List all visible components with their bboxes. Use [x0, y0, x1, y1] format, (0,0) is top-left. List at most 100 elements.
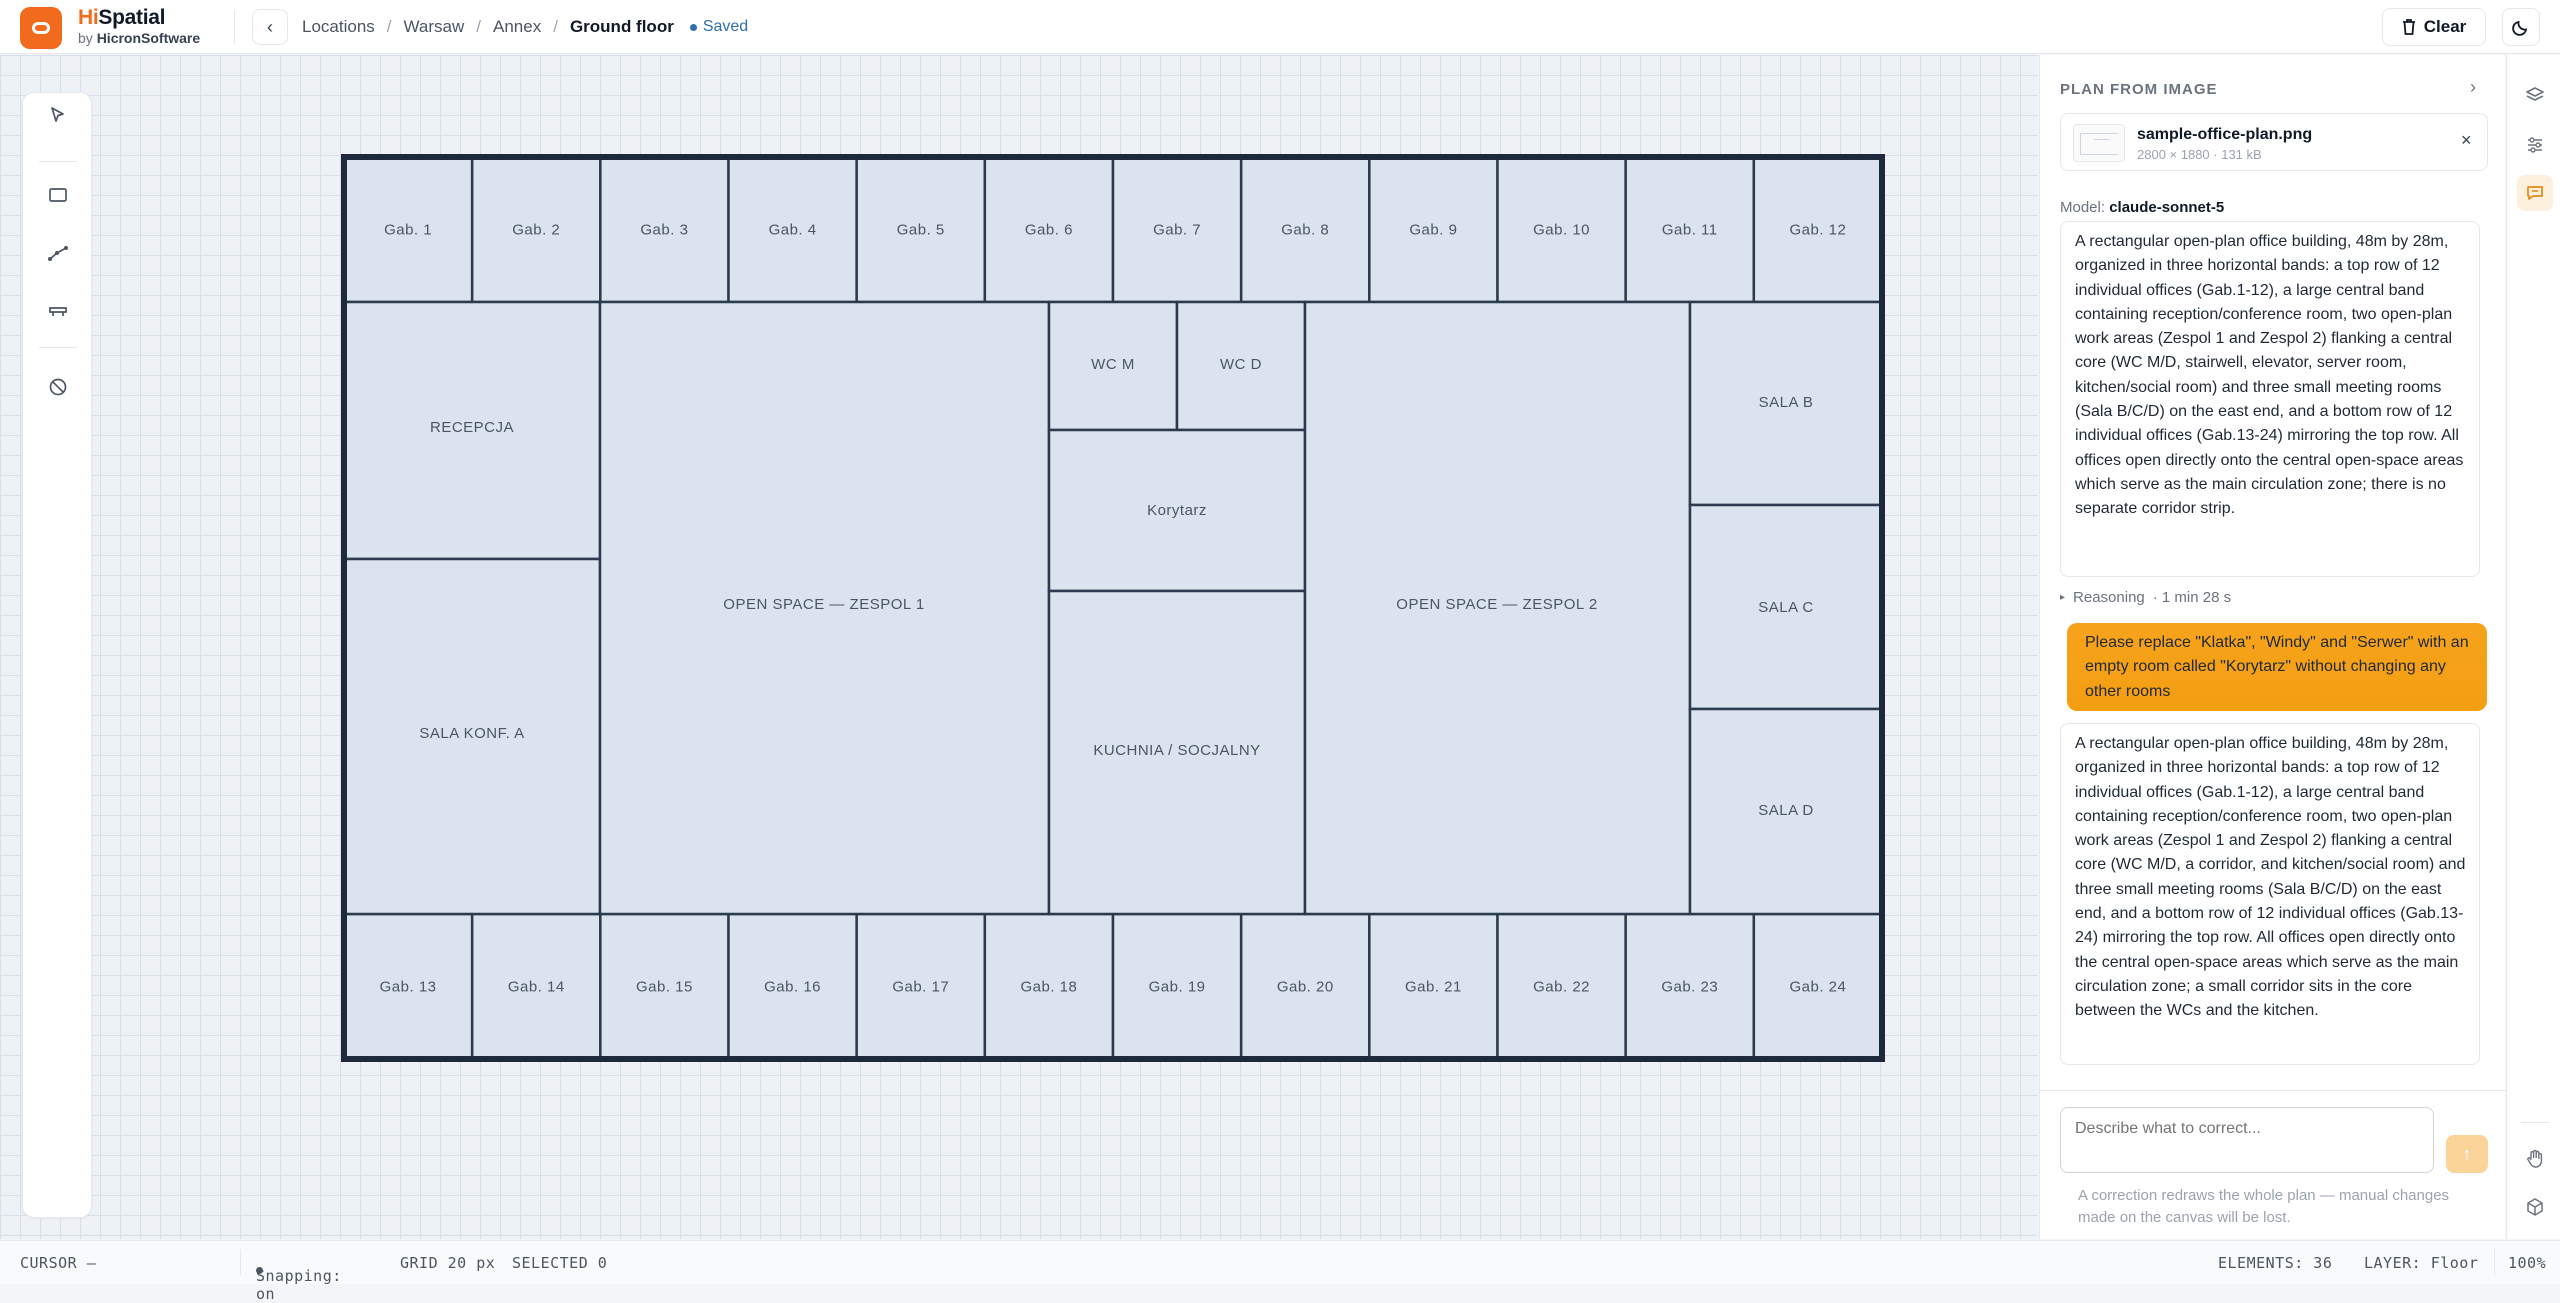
- plan-from-image-button[interactable]: [2517, 175, 2553, 211]
- clear-button[interactable]: Clear: [2382, 8, 2486, 46]
- label-office: Gab. 15: [636, 979, 693, 996]
- label-office: Gab. 20: [1277, 979, 1334, 996]
- arrow-up-icon: ↑: [2462, 1143, 2472, 1164]
- rectangle-icon: [49, 188, 67, 202]
- trash-icon: [2402, 19, 2415, 35]
- panel-divider: [2040, 1090, 2506, 1091]
- model-name: claude-sonnet-5: [2109, 199, 2225, 216]
- saved-status: Saved: [689, 18, 748, 36]
- brand: HiSpatial by HicronSoftware: [78, 6, 200, 46]
- floor-plan[interactable]: Gab. 1 Gab. 2 Gab. 3 Gab. 4 Gab. 5 Gab. 6 Gab.…: [0, 55, 2038, 1239]
- file-meta: 2800 × 1880 · 131 kB: [2137, 147, 2262, 162]
- user-message: Please replace "Klatka", "Windy" and "Se…: [2067, 623, 2487, 711]
- label-office: Gab. 6: [1025, 222, 1073, 239]
- label-office: Gab. 2: [512, 222, 560, 239]
- label-office: Gab. 1: [384, 222, 432, 239]
- breadcrumb-current: Ground floor: [569, 17, 674, 36]
- status-elements: ELEMENTS: 36: [2218, 1254, 2333, 1272]
- chevron-left-icon: ‹: [267, 16, 273, 37]
- label-office: Gab. 23: [1661, 979, 1718, 996]
- label-office: Gab. 17: [892, 979, 949, 996]
- label-office: Gab. 4: [769, 222, 817, 239]
- send-button[interactable]: ↑: [2446, 1135, 2488, 1173]
- remove-file-close-icon[interactable]: ×: [2461, 130, 2472, 151]
- status-cursor: CURSOR —: [20, 1254, 97, 1272]
- status-divider: [2494, 1249, 2495, 1275]
- pan-hand-button[interactable]: [2517, 1141, 2553, 1177]
- file-name: sample-office-plan.png: [2137, 126, 2313, 143]
- properties-button[interactable]: [2517, 127, 2553, 163]
- back-button[interactable]: ‹: [252, 9, 288, 45]
- label-office: Gab. 12: [1789, 222, 1846, 239]
- label-office: Gab. 24: [1789, 979, 1846, 996]
- correction-hint: A correction redraws the whole plan — ma…: [2078, 1187, 2450, 1226]
- polyline-icon: [48, 246, 68, 261]
- label-sala-b: SALA B: [1759, 394, 1814, 411]
- status-bar: CURSOR — Snapping: on GRID 20 px SELECTE…: [0, 1240, 2560, 1303]
- label-office: Gab. 22: [1533, 979, 1590, 996]
- label-office: Gab. 19: [1149, 979, 1206, 996]
- label-office: Gab. 9: [1409, 222, 1457, 239]
- plan-from-image-panel: PLAN FROM IMAGE › sample-office-plan.png…: [2039, 55, 2506, 1239]
- breadcrumb-warsaw[interactable]: Warsaw: [404, 17, 465, 37]
- status-zoom[interactable]: 100%: [2508, 1254, 2546, 1272]
- select-tool-button[interactable]: [40, 97, 76, 133]
- label-office: Gab. 7: [1153, 222, 1201, 239]
- cube-icon: [2527, 1198, 2543, 1216]
- layers-button[interactable]: [2517, 77, 2553, 113]
- toolbar-divider: [39, 347, 77, 348]
- assistant-message-1: A rectangular open-plan office building,…: [2060, 221, 2480, 577]
- header-divider: [234, 10, 235, 44]
- label-sala-c: SALA C: [1758, 599, 1814, 616]
- breadcrumb: Locations / Warsaw / Annex / Ground floo…: [302, 17, 748, 37]
- model-line: Model: claude-sonnet-5: [2060, 199, 2225, 216]
- breadcrumb-locations[interactable]: Locations: [302, 17, 375, 37]
- polyline-tool-button[interactable]: [40, 235, 76, 271]
- label-office: Gab. 3: [640, 222, 688, 239]
- label-office: Gab. 13: [380, 979, 437, 996]
- breadcrumb-annex[interactable]: Annex: [493, 17, 541, 37]
- chat-icon: [2527, 186, 2543, 200]
- assistant-message-2: A rectangular open-plan office building,…: [2060, 723, 2480, 1065]
- door-icon: [49, 307, 67, 316]
- status-divider: [240, 1249, 241, 1275]
- label-office: Gab. 11: [1662, 222, 1718, 239]
- breadcrumb-separator: /: [553, 17, 558, 36]
- label-wc-d: WC D: [1220, 356, 1262, 373]
- collapse-panel-chevron-icon[interactable]: ›: [2470, 77, 2476, 98]
- label-sala-konf-a: SALA KONF. A: [419, 725, 524, 742]
- file-thumbnail: [2073, 124, 2125, 162]
- saved-dot-icon: [689, 23, 697, 31]
- label-office: Gab. 5: [897, 222, 945, 239]
- status-grid: GRID 20 px: [400, 1254, 496, 1272]
- label-office: Gab. 16: [764, 979, 821, 996]
- label-kuchnia: KUCHNIA / SOCJALNY: [1093, 742, 1260, 759]
- panel-title: PLAN FROM IMAGE: [2060, 81, 2218, 98]
- right-rail: [2506, 55, 2560, 1239]
- correction-input[interactable]: [2060, 1107, 2434, 1173]
- breadcrumb-separator: /: [386, 17, 392, 36]
- label-office: Gab. 8: [1281, 222, 1329, 239]
- cursor-arrow-icon: [51, 107, 64, 122]
- erase-tool-button[interactable]: [40, 369, 76, 405]
- 3d-view-button[interactable]: [2517, 1189, 2553, 1225]
- label-wc-m: WC M: [1091, 356, 1135, 373]
- label-zespol-2: OPEN SPACE — ZESPOL 2: [1396, 596, 1597, 613]
- status-layer: LAYER: Floor: [2364, 1254, 2479, 1272]
- theme-toggle-button[interactable]: [2502, 8, 2540, 46]
- sliders-icon: [2528, 137, 2542, 153]
- label-sala-d: SALA D: [1758, 802, 1814, 819]
- rectangle-tool-button[interactable]: [40, 177, 76, 213]
- status-selected: SELECTED 0: [512, 1254, 608, 1272]
- door-tool-button[interactable]: [40, 293, 76, 329]
- no-entry-icon: [49, 378, 67, 396]
- layers-icon: [2526, 87, 2544, 101]
- brand-subtitle: by HicronSoftware: [78, 30, 201, 46]
- toolbar-divider: [39, 161, 77, 162]
- caret-right-icon: ▸: [2060, 592, 2066, 603]
- plan-canvas[interactable]: Gab. 1 Gab. 2 Gab. 3 Gab. 4 Gab. 5 Gab. 6 Gab.…: [0, 55, 2038, 1239]
- label-office: Gab. 10: [1533, 222, 1590, 239]
- left-toolbar: [22, 92, 92, 1218]
- reasoning-toggle[interactable]: ▸ Reasoning · 1 min 28 s: [2060, 589, 2231, 606]
- app-logo-icon[interactable]: [20, 7, 62, 49]
